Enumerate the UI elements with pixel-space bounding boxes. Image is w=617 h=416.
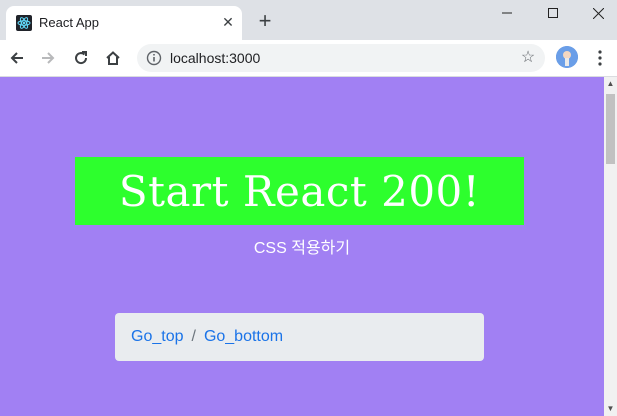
reload-button[interactable]: [71, 48, 91, 68]
subtitle: CSS 적용하기: [253, 240, 351, 257]
maximize-button[interactable]: [530, 0, 576, 26]
arrow-left-icon: [10, 52, 23, 64]
new-tab-button[interactable]: +: [254, 10, 276, 32]
minimize-button[interactable]: [484, 0, 530, 26]
scroll-up-arrow-icon[interactable]: ▲: [604, 77, 617, 91]
browser-tab[interactable]: React App ✕: [6, 6, 242, 40]
home-icon: [106, 51, 120, 65]
scroll-down-arrow-icon[interactable]: ▼: [604, 402, 617, 416]
info-icon[interactable]: [146, 50, 162, 66]
react-icon: [16, 15, 32, 31]
go-bottom-link[interactable]: Go_bottom: [204, 328, 283, 346]
breadcrumb-separator: /: [191, 328, 196, 345]
hero-title: Start React 200!: [118, 166, 481, 216]
forward-button[interactable]: [38, 48, 58, 68]
breadcrumb: Go_top / Go_bottom: [115, 313, 484, 361]
arrow-right-icon: [42, 52, 55, 64]
scroll-thumb[interactable]: [606, 94, 615, 164]
vertical-scrollbar[interactable]: ▲ ▼: [604, 77, 617, 416]
tab-title: React App: [39, 15, 99, 30]
url-text: localhost:3000: [170, 50, 261, 66]
address-bar[interactable]: localhost:3000 ☆: [137, 44, 545, 72]
tab-bar: React App ✕ +: [0, 0, 617, 40]
back-button[interactable]: [7, 48, 27, 68]
go-top-link[interactable]: Go_top: [131, 328, 183, 346]
page-content: Start React 200! CSS 적용하기 Go_top / Go_bo…: [0, 77, 604, 416]
close-tab-icon[interactable]: ✕: [220, 14, 236, 30]
home-button[interactable]: [103, 48, 123, 68]
browser-toolbar: localhost:3000 ☆: [0, 40, 617, 77]
more-vert-icon: [598, 50, 602, 66]
profile-avatar[interactable]: [556, 46, 578, 68]
bookmark-star-icon[interactable]: ☆: [518, 48, 538, 68]
hero-banner: Start React 200!: [75, 157, 524, 225]
reload-icon: [75, 51, 88, 65]
close-window-button[interactable]: [575, 0, 617, 26]
menu-button[interactable]: [590, 48, 610, 68]
